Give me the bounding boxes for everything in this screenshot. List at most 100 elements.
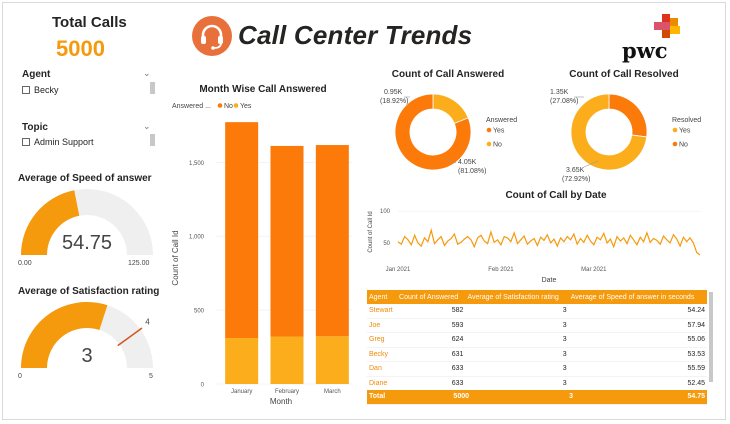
total-cell: 54.75 (575, 390, 707, 405)
table-cell: Dan (367, 361, 398, 377)
table-cell: Becky (367, 347, 398, 362)
line-x-axis-label: Date (542, 277, 557, 284)
answered-donut-title: Count of Call Answered (392, 69, 504, 80)
table-cell: Stewart (367, 304, 398, 319)
table-cell: Greg (367, 332, 398, 348)
table-cell: Diane (367, 376, 398, 391)
checkbox-icon[interactable] (22, 86, 30, 94)
dashboard-title: Call Center Trends (238, 20, 473, 50)
gauge-fill (21, 302, 108, 368)
y-tick-label: 1,000 (189, 235, 205, 241)
answered-legend-title: Answered (486, 117, 517, 124)
table-cell: 631 (397, 347, 466, 362)
bar-no-march[interactable] (315, 145, 349, 337)
bar-yes-february[interactable] (270, 336, 304, 384)
resolved-donut-chart: Count of Call Resolved 1.35K (27.08%) 3.… (550, 69, 701, 183)
column-header-count[interactable]: Count of Answered (397, 290, 466, 304)
table-row[interactable]: Dan 633 3 55.59 (367, 361, 707, 377)
agent-slicer-item[interactable]: Becky (22, 85, 59, 95)
column-header-satisfaction[interactable]: Average of Satisfaction rating (465, 290, 569, 304)
resolved-yes-pct-label: (72.92%) (562, 176, 590, 183)
answered-legend-yes[interactable]: Yes (493, 128, 505, 135)
answered-yes-pct-label: (81.08%) (458, 168, 486, 175)
legend-yes-marker (233, 103, 239, 108)
legend-yes-marker (672, 127, 678, 133)
table-row[interactable]: Becky 631 3 53.53 (367, 347, 707, 362)
total-cell: 3 (471, 390, 575, 405)
bar-legend-no[interactable]: No (224, 103, 233, 110)
x-tick-label: Feb 2021 (488, 267, 514, 273)
total-cell: 5000 (397, 390, 471, 405)
table-cell: 53.53 (568, 347, 707, 362)
resolved-donut-title: Count of Call Resolved (569, 69, 678, 80)
x-tick-label: Jan 2021 (386, 267, 411, 273)
agent-slicer-scrollbar[interactable] (150, 82, 155, 94)
table-row[interactable]: Greg 624 3 55.06 (367, 332, 707, 348)
satisfaction-gauge: 4 3 (21, 302, 153, 368)
total-calls-label: Total Calls (52, 14, 127, 31)
bar-no-january[interactable] (225, 122, 259, 339)
bar-yes-january[interactable] (225, 338, 259, 384)
table-cell: 582 (397, 304, 466, 319)
speed-gauge-max: 125.00 (128, 260, 150, 267)
agent-slicer-item-label: Becky (34, 85, 59, 95)
donut-slice-no[interactable] (432, 93, 469, 124)
calls-by-date-series-line[interactable] (397, 227, 701, 256)
pwc-logo-mark (640, 14, 686, 40)
agent-table-grid: Agent Count of Answered Average of Satis… (367, 290, 707, 391)
x-tick-label: Mar 2021 (581, 267, 607, 273)
y-tick-label: 1,500 (189, 161, 205, 167)
table-cell: 3 (465, 361, 569, 377)
satisfaction-gauge-max: 5 (149, 373, 153, 380)
resolved-legend-yes[interactable]: Yes (679, 128, 691, 135)
table-cell: 55.06 (568, 332, 707, 348)
table-row[interactable]: Joe 593 3 57.94 (367, 318, 707, 333)
table-scrollbar[interactable] (709, 292, 713, 382)
line-chart-title: Count of Call by Date (505, 190, 607, 201)
table-cell: 633 (397, 361, 466, 377)
calls-by-date-line-chart: Count of Call by Date Count of Call Id D… (368, 190, 701, 284)
resolved-yes-value-label: 3.65K (566, 167, 585, 174)
answered-no-pct-label: (18.92%) (380, 98, 408, 105)
chevron-down-icon[interactable]: ⌄ (143, 121, 151, 132)
bar-legend-yes[interactable]: Yes (240, 103, 252, 110)
table-row[interactable]: Diane 633 3 52.45 (367, 376, 707, 391)
x-tick-label: March (324, 389, 341, 395)
total-calls-value: 5000 (56, 36, 105, 61)
table-cell: 52.45 (568, 376, 707, 391)
topic-slicer-item[interactable]: Admin Support (22, 137, 94, 147)
satisfaction-gauge-target: 4 (145, 318, 150, 327)
table-row[interactable]: Stewart 582 3 54.24 (367, 304, 707, 319)
donut-slice-no[interactable] (608, 93, 648, 138)
checkbox-icon[interactable] (22, 138, 30, 146)
speed-gauge-value: 54.75 (62, 232, 112, 254)
resolved-legend-no[interactable]: No (679, 142, 688, 149)
table-cell: 3 (465, 332, 569, 348)
column-header-agent[interactable]: Agent (367, 290, 398, 304)
table-cell: 55.59 (568, 361, 707, 377)
topic-slicer-scrollbar[interactable] (150, 134, 155, 146)
satisfaction-gauge-title: Average of Satisfaction rating (18, 286, 160, 297)
bar-chart-title: Month Wise Call Answered (199, 84, 326, 95)
table-cell: 3 (465, 347, 569, 362)
answered-no-value-label: 0.95K (384, 89, 403, 96)
resolved-no-pct-label: (27.08%) (550, 98, 578, 105)
topic-slicer-item-label: Admin Support (34, 137, 94, 147)
bar-yes-march[interactable] (315, 336, 349, 384)
legend-no-marker (486, 141, 492, 147)
table-cell: 3 (465, 376, 569, 391)
column-header-speed[interactable]: Average of Speed of answer in seconds (568, 290, 707, 304)
resolved-no-value-label: 1.35K (550, 89, 569, 96)
topic-slicer-title: Topic (22, 122, 48, 133)
speed-gauge-min: 0.00 (18, 260, 32, 267)
speed-gauge-title: Average of Speed of answer (18, 173, 152, 184)
satisfaction-gauge-value: 3 (81, 345, 92, 367)
answered-legend-no[interactable]: No (493, 142, 502, 149)
chevron-down-icon[interactable]: ⌄ (143, 68, 151, 79)
bar-no-february[interactable] (270, 145, 304, 337)
table-cell: 3 (465, 304, 569, 319)
satisfaction-gauge-min: 0 (18, 373, 22, 380)
answered-yes-value-label: 4.05K (458, 159, 477, 166)
legend-no-marker (217, 103, 223, 108)
line-y-axis-label: Count of Call Id (368, 211, 374, 252)
